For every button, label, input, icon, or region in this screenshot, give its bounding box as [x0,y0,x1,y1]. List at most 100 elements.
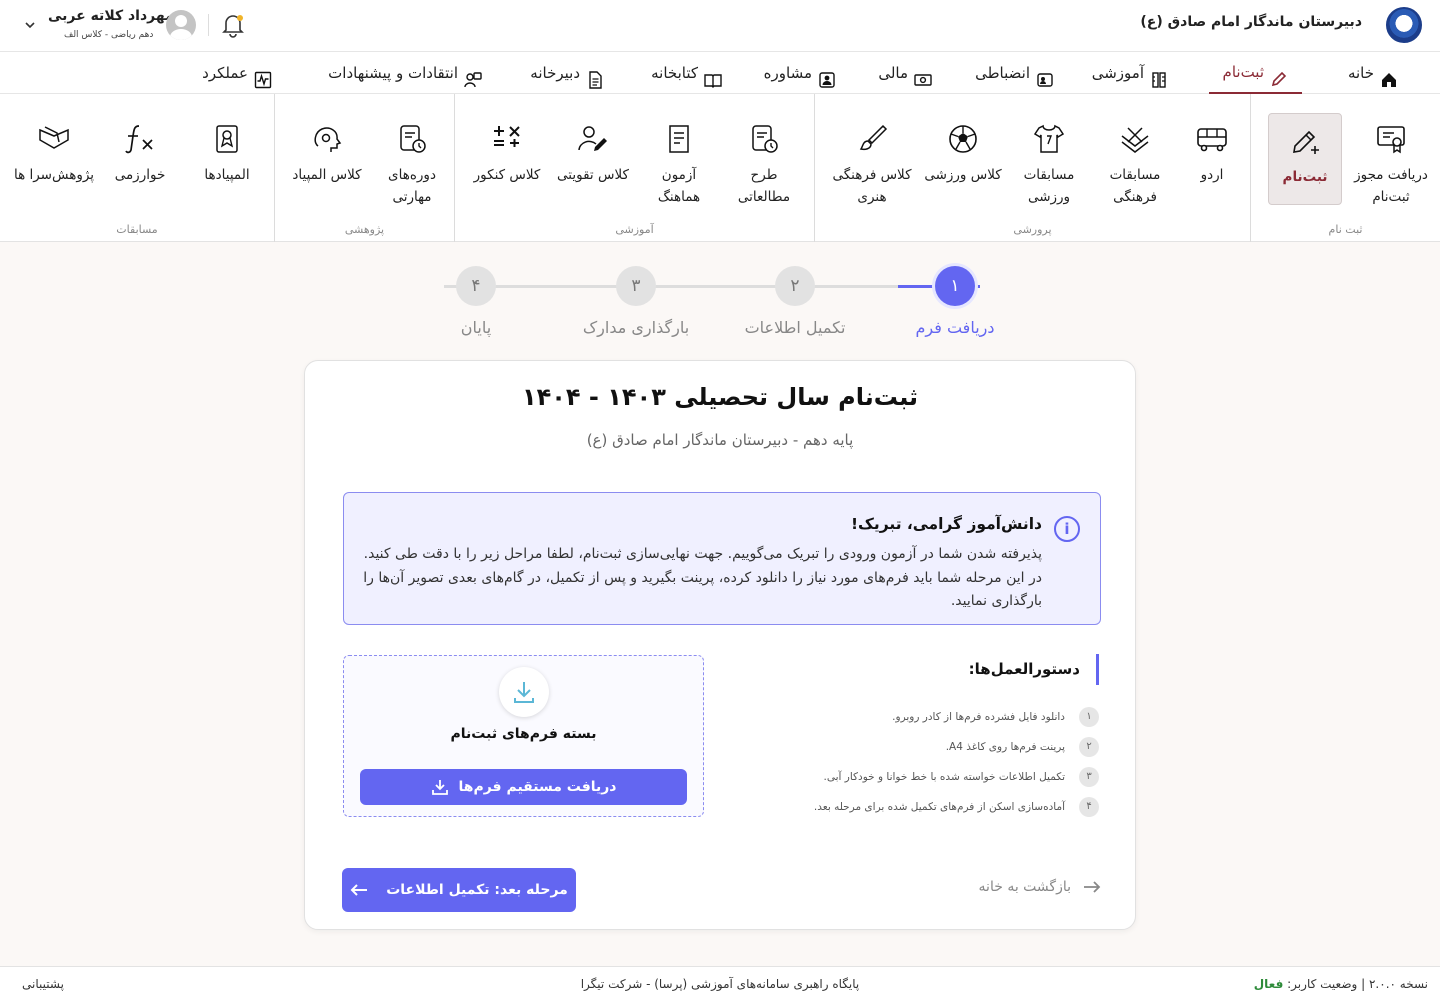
nav-secretariat[interactable]: دبیرخانه [530,52,604,94]
book-pen-icon [39,126,69,149]
ribbon-olympiad-class-label: کلاس المپیاد [292,167,362,183]
ribbon-research-houses-label: پژوهش‌سرا ها [13,167,95,183]
ribbon-kharazmi[interactable]: خوارزمی [97,112,183,204]
money-icon [914,64,932,86]
ribbon-cultural-label-2: فرهنگی [1113,189,1157,205]
nav-finance[interactable]: مالی [878,52,932,94]
congrats-alert: i دانش‌آموز گرامی، تبریک! پذیرفته شدن شم… [343,492,1101,625]
support-link[interactable]: پشتیبانی [22,977,64,991]
brush-icon [859,124,888,151]
ribbon-permit[interactable]: دریافت مجوز ثبت‌نام [1348,112,1434,205]
bell-icon[interactable] [220,12,246,38]
back-to-home-link[interactable]: بازگشت به خانه [979,879,1101,895]
ruler-icon [1150,64,1168,88]
rule-item: ۲ پرینت فرم‌ها روی کاغذ A4. [946,737,1099,757]
top-bar: دبیرستان ماندگار امام صادق (ع) مهرداد کل… [0,0,1440,52]
nav-counseling[interactable]: مشاوره [764,52,836,94]
ribbon-skill-courses[interactable]: دوره‌های مهارتی [369,112,455,205]
ribbon-uniform-exam[interactable]: آزمون هماهنگ [636,112,722,205]
avatar[interactable] [166,10,196,40]
step-4-circle[interactable]: ۴ [456,266,496,306]
registration-stepper: ۱ ۲ ۳ ۴ دریافت فرم تکمیل اطلاعات بارگذار… [0,264,1440,344]
ribbon-olympiads-label: المپیادها [204,167,250,183]
step-2-circle[interactable]: ۲ [775,266,815,306]
ribbon-register[interactable]: ثبت‌نام [1268,113,1342,205]
ribbon-research-houses[interactable]: پژوهش‌سرا ها [11,112,97,204]
info-icon: i [1054,516,1080,542]
jersey-icon [1033,124,1065,153]
ribbon-tutoring[interactable]: کلاس تقویتی [550,112,636,204]
rule-number: ۲ [1079,737,1099,757]
ribbon-olympiad-class[interactable]: کلاس المپیاد [284,112,370,204]
ribbon-sports-label-1: مسابقات [1023,167,1075,183]
home-icon [1380,64,1398,87]
clipboard-timer-icon [400,125,426,153]
forms-download-box: بسته فرم‌های ثبت‌نام دریافت مستقیم فرم‌ه… [343,655,704,817]
ribbon-tutoring-label: کلاس تقویتی [557,167,629,183]
group-divider [274,94,275,242]
certificate-icon [1377,126,1405,154]
download-forms-button[interactable]: دریافت مستقیم فرم‌ها [360,769,687,805]
ribbon-skill-label-1: دوره‌های [388,167,436,183]
next-step-label: مرحله بعد: تکمیل اطلاعات [386,882,568,898]
page-subtitle: پایه دهم - دبیرستان ماندگار امام صادق (ع… [586,431,854,449]
nav-library[interactable]: کتابخانه [651,52,722,94]
nav-home[interactable]: خانه [1348,52,1398,94]
id-badge-icon [1036,64,1054,87]
ribbon-study-plan[interactable]: طرح مطالعاتی [721,112,807,205]
activity-icon [254,64,272,89]
ribbon-cultural-label-1: مسابقات [1109,167,1161,183]
group-label-registration: ثبت نام [1328,223,1363,236]
step-4-label: پایان [460,318,492,337]
divider [208,14,209,36]
alert-title: دانش‌آموز گرامی، تبریک! [850,515,1042,533]
ribbon-cultural-competitions[interactable]: مسابقات فرهنگی [1092,112,1178,205]
step-1-circle[interactable]: ۱ [935,266,975,306]
arrow-left-icon [350,884,368,896]
nav-register-label: ثبت‌نام [1222,63,1264,81]
feedback-icon [464,64,482,88]
page-title: ثبت‌نام سال تحصیلی ۱۴۰۳ - ۱۴۰۴ [521,383,919,411]
next-step-button[interactable]: مرحله بعد: تکمیل اطلاعات [342,868,576,912]
user-card-icon [818,64,836,88]
ribbon-art-label-1: کلاس فرهنگی [832,167,912,183]
group-divider [814,94,815,242]
nav-education[interactable]: آموزشی [1092,52,1168,94]
ribbon-art-label-2: هنری [857,189,887,205]
brain-icon [314,127,342,152]
medal-book-icon [216,125,238,153]
school-logo[interactable] [1386,7,1422,43]
ribbon-olympiads[interactable]: المپیادها [184,112,270,204]
download-icon [499,667,549,717]
soccer-ball-icon [949,125,977,153]
nav-performance-label: عملکرد [202,64,248,82]
group-label-research: پژوهشی [344,223,385,236]
ribbon-konkur[interactable]: کلاس کنکور [464,112,550,204]
stepper-track [444,285,936,288]
group-label-educational: آموزشی [615,223,654,236]
step-3-circle[interactable]: ۳ [616,266,656,306]
rule-number: ۴ [1079,797,1099,817]
alert-body: پذیرفته شدن شما در آزمون ورودی را تبریک … [363,546,1042,609]
nav-home-label: خانه [1347,64,1374,82]
rule-number: ۳ [1079,767,1099,787]
nav-feedback[interactable]: انتقادات و پیشنهادات [328,52,482,94]
ribbon-camp[interactable]: اردو [1169,112,1255,204]
step-1-label: دریافت فرم [915,318,995,337]
ribbon-sports-competitions[interactable]: مسابقات ورزشی [1006,112,1092,205]
group-label-competitions: مسابقات [116,223,158,236]
nav-register[interactable]: ثبت‌نام [1208,52,1302,94]
download-arrow-icon [431,780,448,795]
ribbon-art-class[interactable]: کلاس فرهنگی هنری [829,112,915,205]
rule-item: ۴ آماده‌سازی اسکن از فرم‌های تکمیل شده ب… [814,797,1099,817]
nav-performance[interactable]: عملکرد [202,52,272,94]
rule-text: پرینت فرم‌ها روی کاغذ A4. [945,741,1065,753]
nav-discipline[interactable]: انضباطی [975,52,1054,94]
rule-text: آماده‌سازی اسکن از فرم‌های تکمیل شده برا… [813,801,1065,813]
nav-library-label: کتابخانه [651,64,698,82]
user-class: دهم ریاضی - کلاس الف [64,30,154,40]
ribbon-register-label: ثبت‌نام [1282,169,1328,185]
chevron-down-icon[interactable] [22,18,38,34]
ribbon-sports-class[interactable]: کلاس ورزشی [920,112,1006,204]
user-menu[interactable]: مهرداد کلاته عربی دهم ریاضی - کلاس الف [18,6,258,46]
